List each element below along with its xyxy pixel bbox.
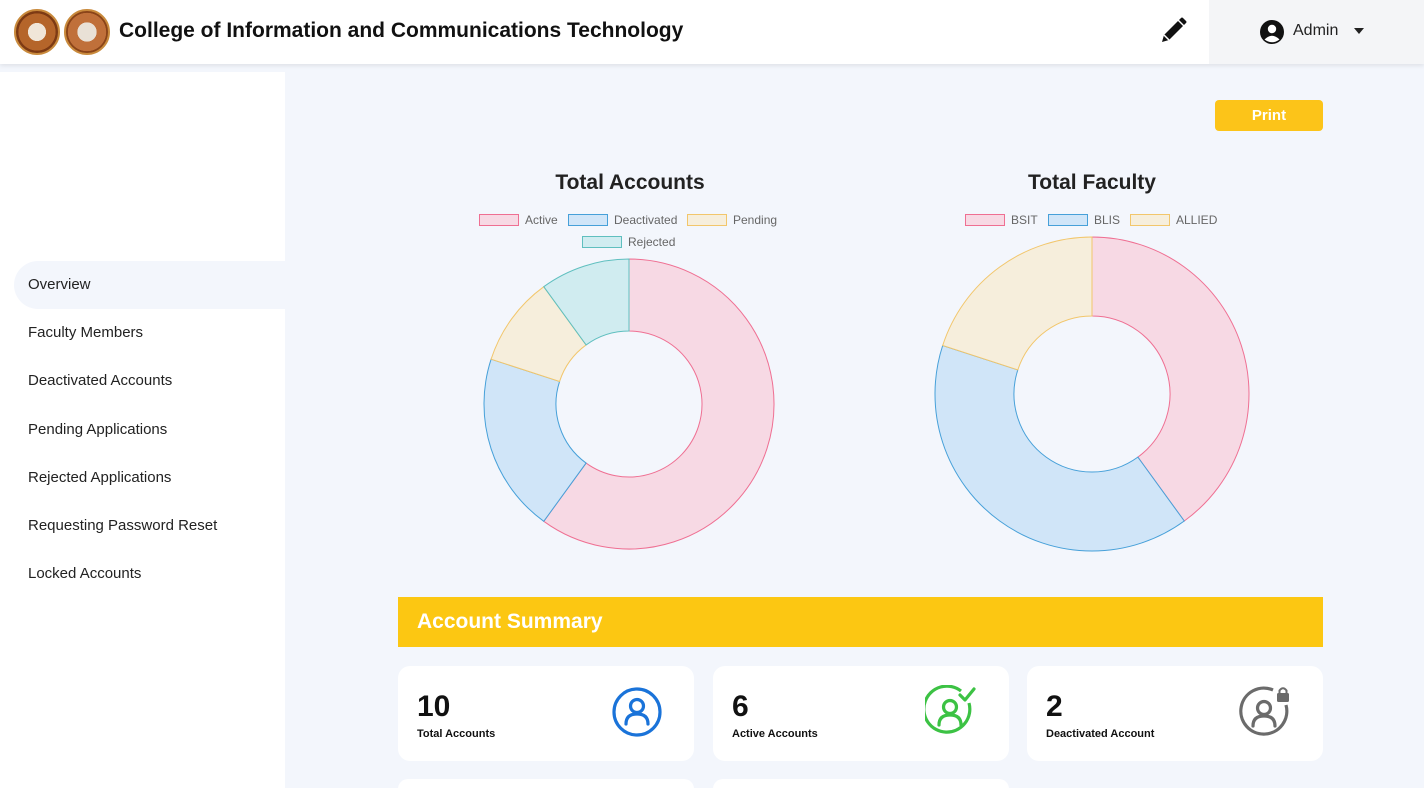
- legend-swatch: [687, 214, 727, 226]
- sidebar-item-locked-accounts[interactable]: Locked Accounts: [0, 550, 285, 598]
- sidebar-item-rejected-applications[interactable]: Rejected Applications: [0, 454, 285, 502]
- stat-card-total-accounts[interactable]: 10 Total Accounts: [398, 666, 694, 761]
- stat-card-partial: [398, 779, 694, 788]
- app-title: College of Information and Communication…: [119, 19, 684, 42]
- college-seal-logo: [14, 9, 60, 55]
- sidebar-item-faculty-members[interactable]: Faculty Members: [0, 309, 285, 357]
- chart-title-total-accounts: Total Accounts: [555, 171, 705, 194]
- legend-label: Pending: [733, 213, 778, 227]
- admin-label: Admin: [1293, 22, 1339, 39]
- stat-value: 2: [1046, 690, 1063, 723]
- chart-title-total-faculty: Total Faculty: [1028, 171, 1156, 194]
- account-summary-header: Account Summary: [398, 597, 1323, 647]
- user-circle-icon: [612, 687, 662, 737]
- stat-value: 6: [732, 690, 749, 723]
- legend-item[interactable]: Deactivated: [568, 213, 677, 227]
- admin-menu[interactable]: Admin: [1209, 0, 1424, 64]
- department-seal-logo: [64, 9, 110, 55]
- user-circle-icon: [1260, 20, 1284, 44]
- stat-value: 10: [417, 690, 451, 723]
- sidebar-item-pending-applications[interactable]: Pending Applications: [0, 406, 285, 454]
- legend-swatch: [965, 214, 1005, 226]
- legend-label: BSIT: [1011, 213, 1038, 227]
- legend-swatch: [1130, 214, 1170, 226]
- user-check-icon: [925, 685, 976, 734]
- stat-card-partial: [713, 779, 1009, 788]
- legend-item[interactable]: ALLIED: [1130, 213, 1217, 227]
- legend-swatch: [1048, 214, 1088, 226]
- account-summary-title: Account Summary: [417, 610, 603, 633]
- donut-slice-blis[interactable]: [934, 344, 1185, 552]
- legend-label: Rejected: [628, 235, 676, 249]
- sidebar-item-deactivated-accounts[interactable]: Deactivated Accounts: [0, 357, 285, 405]
- legend-label: Deactivated: [614, 213, 678, 227]
- sidebar-item-overview[interactable]: Overview: [14, 261, 285, 309]
- legend-swatch: [479, 214, 519, 226]
- sidebar-item-requesting-password-reset[interactable]: Requesting Password Reset: [0, 502, 285, 550]
- stat-label: Deactivated Account: [1046, 728, 1155, 740]
- legend-item[interactable]: Pending: [687, 213, 777, 227]
- donut-chart-total-accounts: [483, 258, 775, 550]
- sidebar: Overview Faculty Members Deactivated Acc…: [0, 72, 285, 788]
- legend-label: ALLIED: [1176, 213, 1218, 227]
- legend-swatch: [582, 236, 622, 248]
- legend-item[interactable]: Active: [479, 213, 558, 227]
- stat-label: Active Accounts: [732, 728, 818, 740]
- stat-card-deactivated-account[interactable]: 2 Deactivated Account: [1027, 666, 1323, 761]
- chevron-down-icon: [1354, 28, 1364, 34]
- stat-card-active-accounts[interactable]: 6 Active Accounts: [713, 666, 1009, 761]
- legend-swatch: [568, 214, 608, 226]
- pencil-icon[interactable]: [1156, 14, 1190, 48]
- legend-label: BLIS: [1094, 213, 1121, 227]
- legend-item[interactable]: BSIT: [965, 213, 1038, 227]
- stat-label: Total Accounts: [417, 728, 496, 740]
- donut-chart-total-faculty: [934, 236, 1250, 552]
- legend-item[interactable]: BLIS: [1048, 213, 1120, 227]
- print-button[interactable]: Print: [1215, 100, 1323, 131]
- user-lock-icon: [1239, 686, 1289, 736]
- app-header: College of Information and Communication…: [0, 0, 1424, 64]
- legend-label: Active: [525, 213, 558, 227]
- legend-item[interactable]: Rejected: [582, 235, 675, 249]
- donut-slice-allied[interactable]: [942, 236, 1093, 371]
